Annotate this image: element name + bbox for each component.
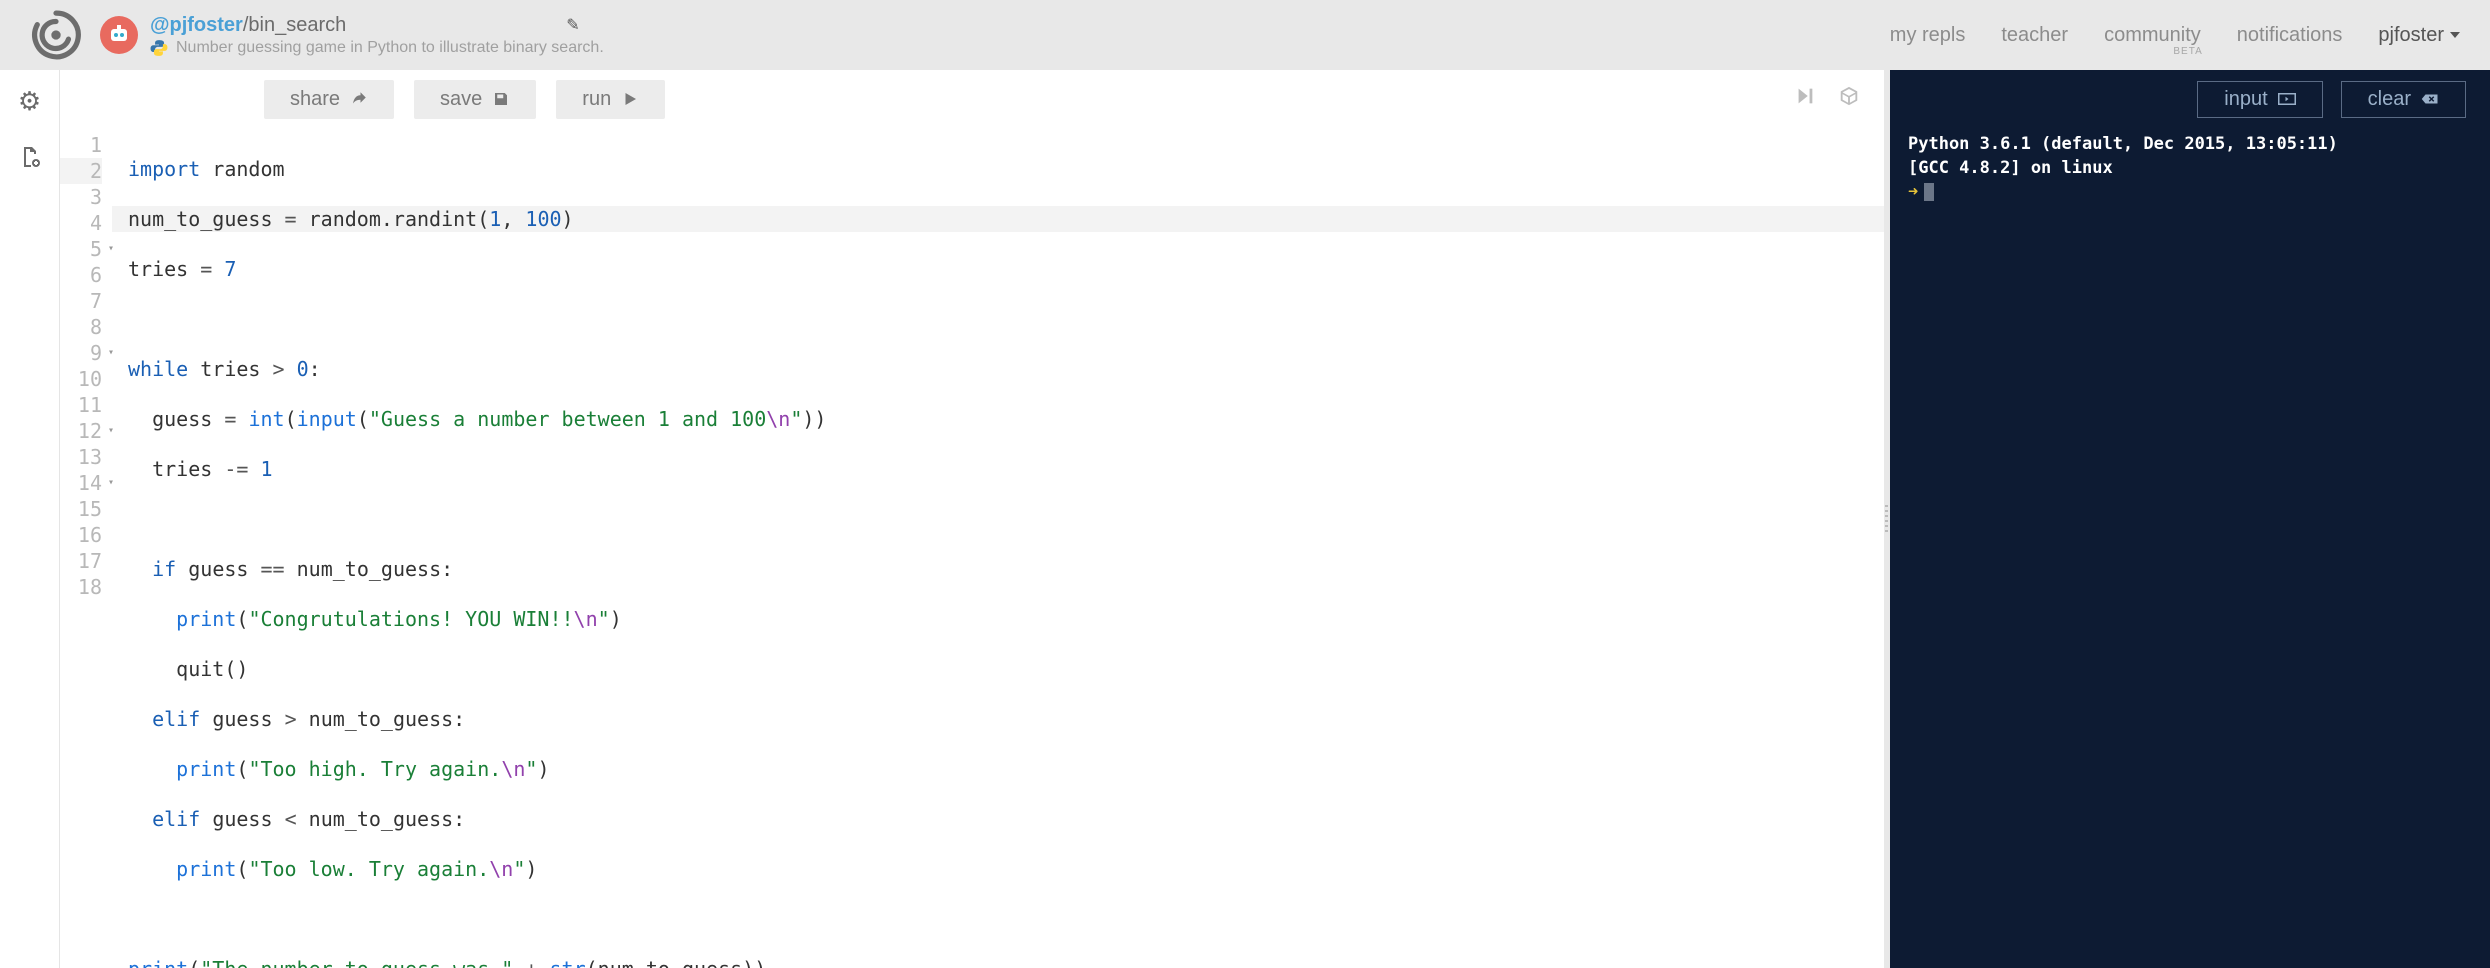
share-icon — [350, 90, 368, 108]
settings-gear-icon[interactable]: ⚙ — [18, 86, 41, 117]
console-line-2: [GCC 4.8.2] on linux — [1908, 156, 2472, 180]
cursor-icon — [1924, 183, 1934, 201]
console-line-1: Python 3.6.1 (default, Dec 2015, 13:05:1… — [1908, 132, 2472, 156]
console-toolbar: input clear — [1890, 70, 2490, 128]
editor-toolbar: share save run — [60, 70, 1884, 128]
run-button[interactable]: run — [556, 80, 665, 119]
share-label: share — [290, 88, 340, 111]
nav-username: pjfoster — [2378, 24, 2444, 47]
console-input-label: input — [2224, 88, 2267, 111]
share-button[interactable]: share — [264, 80, 394, 119]
nav-my-repls[interactable]: my repls — [1890, 24, 1966, 47]
nav-user-menu[interactable]: pjfoster — [2378, 24, 2460, 47]
user-handle[interactable]: @pjfoster — [150, 14, 243, 37]
pane-splitter[interactable] — [1884, 70, 1890, 968]
console-clear-label: clear — [2368, 88, 2411, 111]
nav-notifications[interactable]: notifications — [2237, 24, 2343, 47]
line-gutter: 123456789101112131415161718 — [60, 128, 112, 968]
save-icon — [492, 90, 510, 108]
user-avatar-icon[interactable] — [100, 16, 138, 54]
prompt-arrow-icon: ➜ — [1908, 182, 1918, 202]
nav-community-label: community — [2104, 24, 2201, 46]
nav-community[interactable]: community BETA — [2104, 24, 2201, 47]
step-forward-icon[interactable] — [1794, 85, 1816, 113]
code-editor[interactable]: 123456789101112131415161718 import rando… — [60, 128, 1884, 968]
console-output[interactable]: Python 3.6.1 (default, Dec 2015, 13:05:1… — [1890, 128, 2490, 968]
editor-pane: share save run 123456789101112131 — [60, 70, 1884, 968]
python-icon — [150, 39, 168, 57]
dropdown-caret-icon — [2450, 32, 2460, 38]
console-input-button[interactable]: input — [2197, 81, 2322, 118]
left-toolbar: ⚙ — [0, 70, 60, 968]
code-lines[interactable]: import random num_to_guess = random.rand… — [112, 128, 1884, 968]
run-label: run — [582, 88, 611, 111]
nav-teacher[interactable]: teacher — [2001, 24, 2068, 47]
replit-logo-icon[interactable] — [30, 9, 82, 61]
repl-title-block: @pjfoster/bin_search ✎ Number guessing g… — [150, 14, 604, 57]
console-clear-button[interactable]: clear — [2341, 81, 2466, 118]
repl-description: Number guessing game in Python to illust… — [176, 39, 604, 57]
input-icon — [2278, 92, 2296, 106]
play-icon — [621, 90, 639, 108]
new-file-icon[interactable] — [18, 145, 42, 176]
main-area: ⚙ share save run — [0, 70, 2490, 968]
package-cube-icon[interactable] — [1838, 85, 1860, 113]
beta-badge: BETA — [2173, 46, 2202, 57]
header-bar: @pjfoster/bin_search ✎ Number guessing g… — [0, 0, 2490, 70]
console-prompt[interactable]: ➜ — [1908, 180, 2472, 204]
save-label: save — [440, 88, 482, 111]
top-nav: my repls teacher community BETA notifica… — [1890, 24, 2460, 47]
save-button[interactable]: save — [414, 80, 536, 119]
console-pane: input clear Python 3.6.1 (default, Dec 2… — [1890, 70, 2490, 968]
repl-name[interactable]: /bin_search — [243, 14, 346, 37]
edit-title-icon[interactable]: ✎ — [566, 15, 579, 35]
clear-icon — [2421, 92, 2439, 106]
